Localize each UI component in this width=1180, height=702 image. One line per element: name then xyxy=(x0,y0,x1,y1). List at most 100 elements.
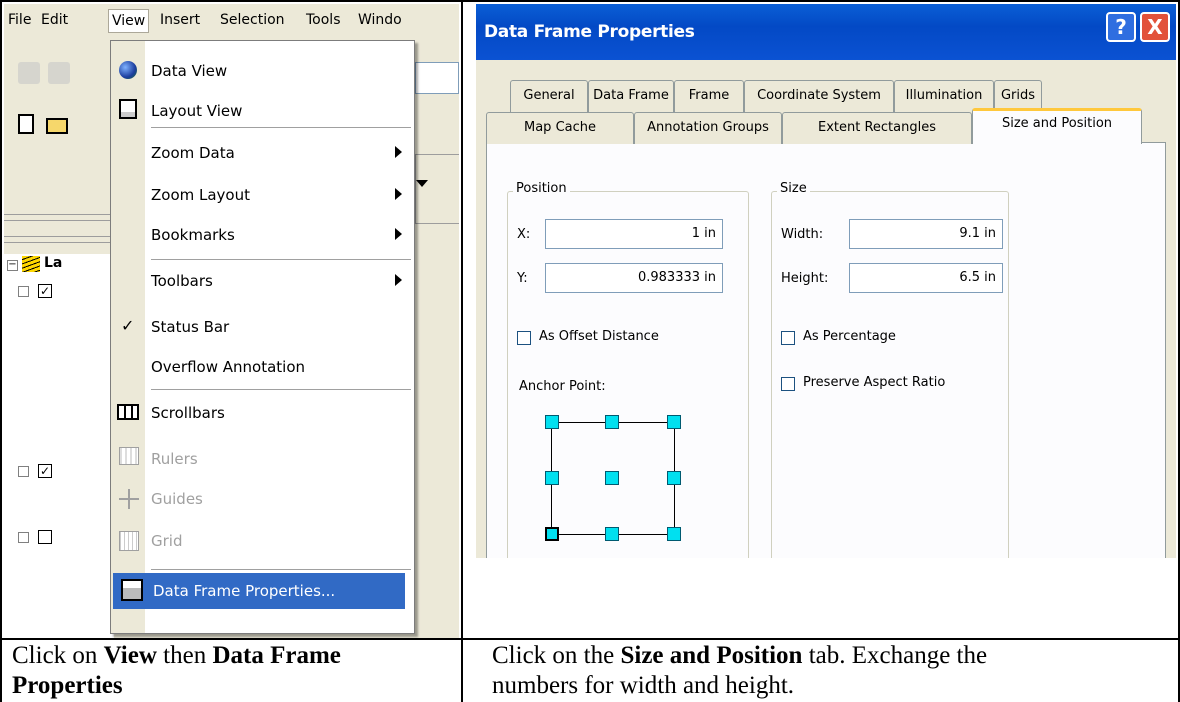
help-button[interactable]: ? xyxy=(1106,12,1136,42)
layer-checkbox[interactable]: ✓ xyxy=(38,464,52,478)
menu-item-label: Data Frame Properties... xyxy=(153,582,336,600)
anchor-point-label: Anchor Point: xyxy=(519,379,606,394)
menu-item-zoom-layout[interactable]: Zoom Layout xyxy=(111,175,414,215)
menu-window[interactable]: Windo xyxy=(358,12,402,28)
menu-item-label: Overflow Annotation xyxy=(151,358,305,376)
submenu-arrow-icon xyxy=(395,146,402,158)
anchor-bottom-left[interactable] xyxy=(545,527,559,541)
collapse-icon[interactable] xyxy=(18,286,29,297)
dropdown-arrow-icon[interactable] xyxy=(416,180,428,187)
rulers-icon xyxy=(119,447,139,465)
tab-general[interactable]: General xyxy=(510,80,588,112)
submenu-arrow-icon xyxy=(395,188,402,200)
preserve-aspect-ratio-label[interactable]: Preserve Aspect Ratio xyxy=(803,375,945,390)
position-group-label: Position xyxy=(513,181,570,196)
layer-checkbox[interactable]: ✓ xyxy=(38,284,52,298)
dialog-title: Data Frame Properties xyxy=(484,22,695,42)
anchor-top-left[interactable] xyxy=(545,415,559,429)
tab-annotation-groups[interactable]: Annotation Groups xyxy=(634,112,782,144)
width-label: Width: xyxy=(781,227,824,242)
globe-icon xyxy=(119,61,137,79)
layers-icon xyxy=(22,256,40,272)
dialog-titlebar: Data Frame Properties ? X xyxy=(476,4,1176,60)
menu-view[interactable]: View xyxy=(108,9,150,33)
anchor-bottom-center[interactable] xyxy=(605,527,619,541)
layer-checkbox[interactable] xyxy=(38,530,52,544)
view-menu-dropdown: Data View Layout View Zoom Data Zoom Layout… xyxy=(110,40,415,634)
right-caption: Click on the Size and Position tab. Exch… xyxy=(492,641,1172,701)
left-caption-text: Click on xyxy=(12,642,104,669)
tab-coordinate-system[interactable]: Coordinate System xyxy=(744,80,894,112)
menu-tools[interactable]: Tools xyxy=(306,12,341,28)
checkmark-icon: ✓ xyxy=(121,316,135,335)
toolbar-button[interactable] xyxy=(48,62,70,84)
preserve-aspect-ratio-checkbox[interactable] xyxy=(781,377,795,391)
menu-file[interactable]: File xyxy=(8,12,31,28)
table-of-contents: − La ✓ ✓ xyxy=(4,254,114,638)
tab-extent-rectangles[interactable]: Extent Rectangles xyxy=(782,112,972,144)
anchor-middle-right[interactable] xyxy=(667,471,681,485)
menu-item-zoom-data[interactable]: Zoom Data xyxy=(111,133,414,173)
table-divider-vertical xyxy=(461,0,463,702)
y-input[interactable]: 0.983333 in xyxy=(545,263,723,293)
tab-data-frame[interactable]: Data Frame xyxy=(588,80,674,112)
collapse-icon[interactable] xyxy=(18,532,29,543)
as-offset-distance-label[interactable]: As Offset Distance xyxy=(539,329,659,344)
as-percentage-label[interactable]: As Percentage xyxy=(803,329,896,344)
menu-item-label: Toolbars xyxy=(151,272,213,290)
toolbar-separator xyxy=(4,242,110,243)
height-input[interactable]: 6.5 in xyxy=(849,263,1003,293)
tab-frame[interactable]: Frame xyxy=(674,80,744,112)
anchor-bottom-right[interactable] xyxy=(667,527,681,541)
menu-item-guides: Guides xyxy=(111,479,414,519)
anchor-top-center[interactable] xyxy=(605,415,619,429)
menu-item-layout-view[interactable]: Layout View xyxy=(111,91,414,131)
menu-item-overflow-annotation[interactable]: Overflow Annotation xyxy=(111,347,414,387)
menu-item-toolbars[interactable]: Toolbars xyxy=(111,261,414,301)
x-label: X: xyxy=(517,227,531,242)
menu-item-label: Status Bar xyxy=(151,318,230,336)
as-percentage-checkbox[interactable] xyxy=(781,331,795,345)
menu-item-data-frame-properties[interactable]: Data Frame Properties... xyxy=(113,573,405,609)
anchor-top-right[interactable] xyxy=(667,415,681,429)
menu-separator xyxy=(151,259,411,260)
menu-insert[interactable]: Insert xyxy=(160,12,200,28)
menu-item-label: Layout View xyxy=(151,102,243,120)
close-button[interactable]: X xyxy=(1140,12,1170,42)
collapse-icon[interactable]: − xyxy=(7,260,18,271)
grid-icon xyxy=(119,531,139,551)
menu-selection[interactable]: Selection xyxy=(220,12,285,28)
menu-item-data-view[interactable]: Data View xyxy=(111,51,414,91)
guides-icon xyxy=(119,489,139,509)
tab-size-and-position[interactable]: Size and Position xyxy=(972,108,1142,144)
width-input[interactable]: 9.1 in xyxy=(849,219,1003,249)
collapse-icon[interactable] xyxy=(18,466,29,477)
layers-label[interactable]: La xyxy=(44,255,62,271)
anchor-middle-left[interactable] xyxy=(545,471,559,485)
menu-item-scrollbars[interactable]: Scrollbars xyxy=(111,393,414,433)
tab-map-cache[interactable]: Map Cache xyxy=(486,112,634,144)
submenu-arrow-icon xyxy=(395,274,402,286)
layout-page-icon xyxy=(119,99,137,119)
size-and-position-page: Position X: 1 in Y: 0.983333 in As Offse… xyxy=(486,142,1166,558)
arcmap-view-menu-screenshot: − La ✓ ✓ File Edit View Insert Selection… xyxy=(4,4,459,638)
open-folder-icon[interactable] xyxy=(46,118,68,134)
toolbar-field-edge xyxy=(415,62,459,94)
menu-item-bookmarks[interactable]: Bookmarks xyxy=(111,215,414,255)
menu-edit[interactable]: Edit xyxy=(41,12,68,28)
table-divider-horizontal xyxy=(0,638,1180,640)
as-offset-distance-checkbox[interactable] xyxy=(517,331,531,345)
table-border-top xyxy=(0,0,1180,2)
anchor-middle-center[interactable] xyxy=(605,471,619,485)
menu-item-status-bar[interactable]: ✓ Status Bar xyxy=(111,307,414,347)
left-caption-bold-properties: Properties xyxy=(12,672,123,699)
right-caption-text: Click on the xyxy=(492,642,621,669)
properties-icon xyxy=(121,579,143,601)
x-input[interactable]: 1 in xyxy=(545,219,723,249)
menu-item-label: Scrollbars xyxy=(151,404,225,422)
menu-bar: File Edit View Insert Selection Tools Wi… xyxy=(4,4,459,38)
toolbar-button[interactable] xyxy=(18,62,40,84)
left-caption-text: then xyxy=(156,642,213,669)
menu-item-label: Rulers xyxy=(151,450,198,468)
new-document-icon[interactable] xyxy=(18,114,34,134)
